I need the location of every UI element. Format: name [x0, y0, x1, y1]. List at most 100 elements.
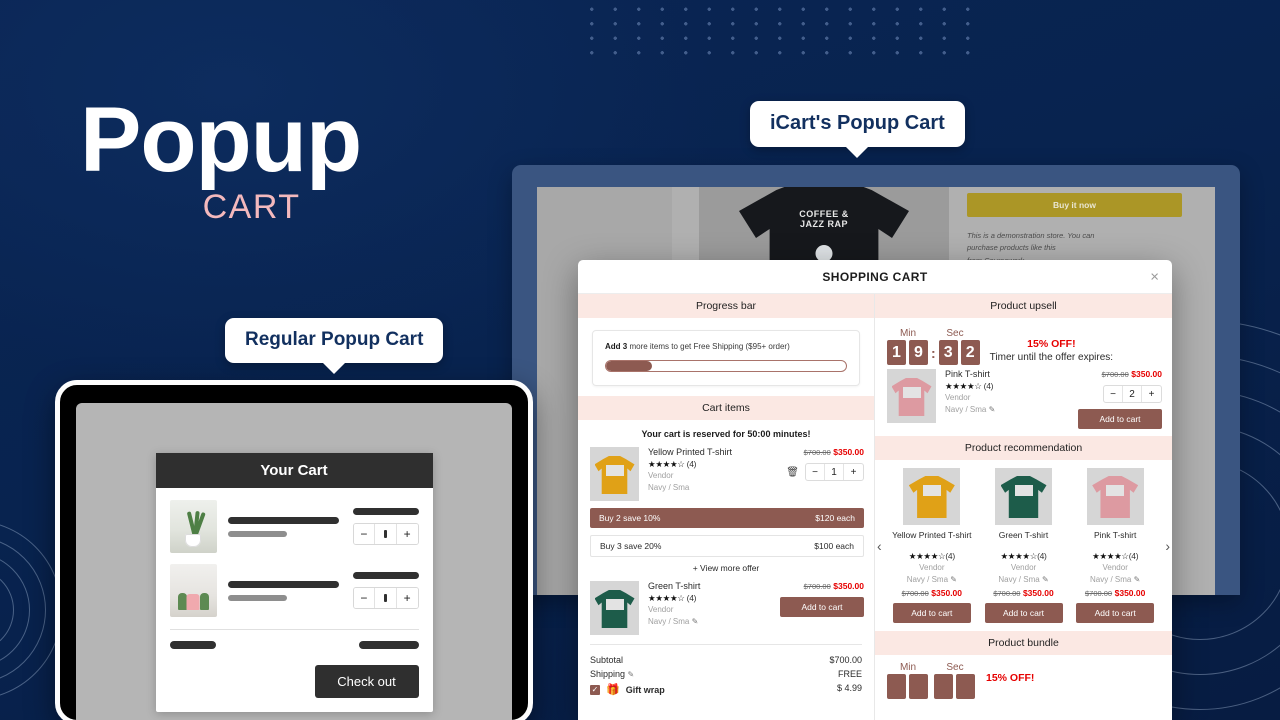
- recommendation-price: $700.00 $350.00: [1084, 588, 1146, 599]
- add-to-cart-button[interactable]: Add to cart: [984, 603, 1063, 624]
- increase-qty-button[interactable]: +: [396, 524, 418, 544]
- carousel-next-icon[interactable]: ›: [1165, 538, 1170, 554]
- offer-price: $100 each: [814, 541, 854, 551]
- increase-qty-button[interactable]: +: [1142, 386, 1161, 402]
- qty-value[interactable]: 2: [1123, 386, 1142, 402]
- timer-digit-min-ones: 9: [909, 340, 928, 365]
- edit-variant-icon[interactable]: ✎: [692, 617, 699, 626]
- page-title: Popup CART: [80, 94, 362, 227]
- cart-item-thumbnail[interactable]: [590, 447, 639, 501]
- recommendation-name[interactable]: Yellow Printed T-shirt: [889, 530, 975, 551]
- view-more-offer-link[interactable]: + View more offer: [578, 557, 874, 581]
- offer-row[interactable]: Buy 3 save 20% $100 each: [590, 535, 864, 557]
- cart-item-thumbnail[interactable]: [590, 581, 639, 635]
- carousel-prev-icon[interactable]: ‹: [877, 538, 882, 554]
- review-count: (4): [686, 593, 697, 603]
- rating-stars: ★★★★☆(4): [908, 551, 955, 561]
- shipping-value: FREE: [837, 669, 862, 679]
- qty-value[interactable]: 1: [825, 464, 844, 480]
- quantity-stepper[interactable]: − +: [352, 523, 419, 545]
- edit-variant-icon[interactable]: ✎: [950, 575, 957, 584]
- gift-wrap-checkbox[interactable]: ✓: [590, 684, 600, 695]
- progress-message-rest: more items to get Free Shipping ($95+ or…: [627, 342, 790, 351]
- cart-item-name[interactable]: Green T-shirt: [648, 581, 769, 591]
- recommendation-thumbnail[interactable]: [995, 468, 1052, 525]
- item-controls: − +: [352, 508, 419, 545]
- progress-bar-block: Add 3 more items to get Free Shipping ($…: [578, 318, 874, 396]
- decrease-qty-button[interactable]: −: [353, 524, 376, 544]
- yellow-tshirt-icon: [594, 456, 635, 494]
- qty-value: [375, 588, 397, 608]
- regular-cart-popup: Your Cart − + − + Check out: [155, 453, 433, 712]
- edit-variant-icon[interactable]: ✎: [1042, 575, 1049, 584]
- quantity-stepper[interactable]: − 2 +: [1103, 385, 1162, 403]
- cart-item-variant: Navy / Sma ✎: [648, 616, 699, 626]
- regular-cart-item-2: − +: [169, 564, 419, 617]
- recommendation-variant: Navy / Sma ✎: [1090, 574, 1141, 584]
- subtotal-row: Subtotal $700.00: [590, 653, 862, 667]
- cart-item-variant: Navy / Sma: [648, 482, 690, 492]
- gift-wrap-label-group: ✓ 🎁 Gift wrap: [590, 683, 665, 696]
- upsell-product-thumbnail[interactable]: [887, 369, 936, 423]
- quantity-stepper[interactable]: − +: [352, 587, 419, 609]
- decrease-qty-button[interactable]: −: [1104, 386, 1123, 402]
- recommendation-thumbnail[interactable]: [1086, 468, 1144, 525]
- decrease-qty-button[interactable]: −: [806, 464, 825, 480]
- item-thumbnail-plant: [169, 500, 217, 553]
- timer-sec-label: Sec: [946, 328, 964, 339]
- rating-stars: ★★★★☆ (4): [945, 381, 1067, 392]
- increase-qty-button[interactable]: +: [844, 464, 863, 480]
- yellow-tshirt-icon: [908, 476, 955, 518]
- offer-row-active[interactable]: Buy 2 save 10% $120 each: [590, 508, 864, 528]
- progress-card: Add 3 more items to get Free Shipping ($…: [592, 330, 860, 386]
- tshirt-print-text: COFFEE & JAZZ RAP: [799, 209, 849, 230]
- buy-it-now-button[interactable]: Buy it now: [967, 193, 1182, 217]
- decrease-qty-button[interactable]: −: [353, 588, 376, 608]
- price-discounted: $350.00: [833, 447, 864, 457]
- edit-variant-icon[interactable]: ✎: [1134, 575, 1141, 584]
- upsell-product-name[interactable]: Pink T-shirt: [945, 369, 1067, 379]
- add-to-cart-button[interactable]: Add to cart: [1078, 409, 1162, 429]
- offer-price: $120 each: [815, 513, 855, 523]
- gift-icon: 🎁: [606, 684, 620, 696]
- headline-cart: CART: [202, 188, 301, 227]
- add-to-cart-button[interactable]: Add to cart: [780, 597, 864, 617]
- recommendation-price: $700.00 $350.00: [993, 588, 1054, 599]
- section-header-product-bundle: Product bundle: [875, 631, 1172, 656]
- quantity-stepper[interactable]: − 1 +: [805, 463, 864, 481]
- trash-icon[interactable]: 🗑: [786, 467, 799, 478]
- bundle-timer-sec-label: Sec: [946, 662, 964, 674]
- item-text-placeholder: [227, 580, 342, 601]
- cart-item-name[interactable]: Yellow Printed T-shirt: [648, 447, 769, 457]
- recommendation-card: Yellow Printed T-shirt ★★★★☆(4) Vendor N…: [889, 468, 975, 624]
- regular-cart-total-row: [169, 641, 419, 649]
- upsell-product-row: Pink T-shirt ★★★★☆ (4) Vendor Navy / Sma…: [875, 369, 1172, 429]
- close-icon[interactable]: ×: [1150, 269, 1159, 284]
- edit-shipping-icon[interactable]: ✎: [628, 670, 635, 679]
- recommendation-thumbnail[interactable]: [903, 468, 961, 525]
- cart-reserved-message: Your cart is reserved for 50:00 minutes!: [641, 429, 811, 439]
- cart-item-row: Green T-shirt ★★★★☆ (4) Vendor Navy / Sm…: [578, 581, 874, 635]
- timer-colon: :: [931, 344, 936, 361]
- recommendation-name[interactable]: Green T-shirt: [981, 530, 1067, 551]
- add-to-cart-button[interactable]: Add to cart: [892, 603, 971, 624]
- review-count: (4): [983, 381, 994, 391]
- increase-qty-button[interactable]: +: [396, 588, 418, 608]
- recommendation-vendor: Vendor: [1102, 563, 1128, 572]
- recommendation-carousel: ‹ Yellow Printed T-shirt ★★★★☆(4) Vendor…: [875, 460, 1172, 631]
- cart-item-row: Yellow Printed T-shirt ★★★★☆ (4) Vendor …: [578, 447, 874, 501]
- item-thumbnail-room: [169, 564, 217, 617]
- stars-glyphs: ★★★★☆: [945, 381, 982, 391]
- stars-glyphs: ★★★★☆: [648, 459, 685, 469]
- add-to-cart-button[interactable]: Add to cart: [1076, 603, 1155, 624]
- price-discounted: $350.00: [833, 581, 864, 591]
- edit-variant-icon[interactable]: ✎: [989, 405, 996, 414]
- stars-glyphs: ★★★★☆: [648, 593, 685, 603]
- timer-min-label: Min: [899, 328, 917, 339]
- checkout-button[interactable]: Check out: [314, 665, 419, 698]
- timer-digit-sec-ones: 2: [960, 340, 980, 365]
- countdown-timer: Min Sec 1 9 : 3 2: [887, 328, 980, 365]
- section-header-product-upsell: Product upsell: [875, 294, 1172, 318]
- recommendation-name[interactable]: Pink T-shirt: [1072, 530, 1158, 551]
- recommendation-price: $700.00 $350.00: [901, 588, 963, 599]
